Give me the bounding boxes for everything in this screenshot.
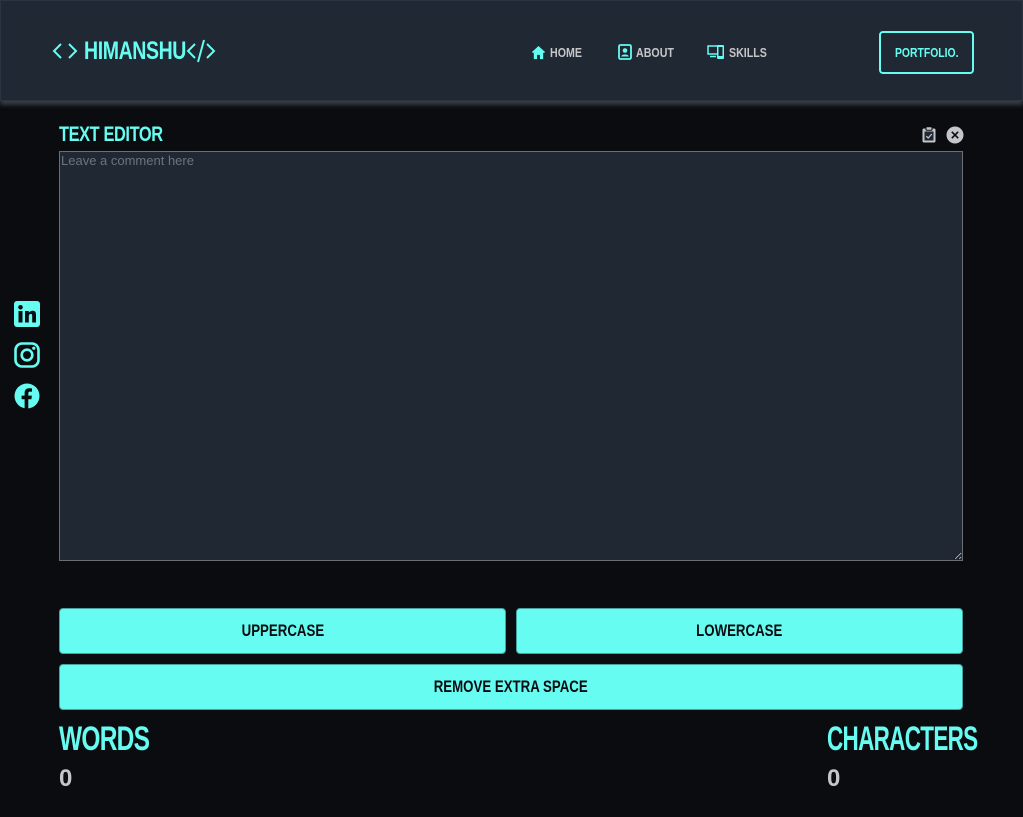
navbar: HIMANSHU HOME ABOUT SKILLS PORTFOLIO.	[0, 0, 1023, 101]
nav-about[interactable]: ABOUT	[618, 41, 682, 63]
portfolio-button[interactable]: PORTFOLIO.	[879, 31, 974, 74]
uppercase-button-label: UPPERCASE	[241, 621, 324, 640]
linkedin-icon[interactable]	[14, 301, 40, 327]
devices-icon	[707, 45, 724, 59]
clear-circle-icon[interactable]	[946, 126, 964, 144]
code-open-icon	[52, 43, 78, 59]
facebook-icon[interactable]	[14, 383, 40, 409]
characters-label: CHARACTERS	[827, 720, 978, 758]
lowercase-button[interactable]: LOWERCASE	[516, 608, 963, 654]
remove-extra-space-label: REMOVE EXTRA SPACE	[433, 677, 588, 696]
code-close-icon	[186, 39, 216, 63]
nav-skills-label: SKILLS	[729, 44, 767, 60]
brand-name: HIMANSHU	[84, 36, 186, 65]
clipboard-check-icon[interactable]	[921, 126, 937, 143]
home-icon	[531, 45, 546, 59]
editor-title: TEXT EDITOR	[59, 123, 163, 146]
nav-skills[interactable]: SKILLS	[707, 41, 775, 63]
text-editor-input[interactable]	[59, 151, 963, 561]
lowercase-button-label: LOWERCASE	[696, 621, 783, 640]
words-count: 0	[59, 765, 73, 792]
portfolio-button-label: PORTFOLIO.	[894, 45, 959, 60]
instagram-icon[interactable]	[14, 342, 40, 368]
nav-about-label: ABOUT	[636, 44, 674, 60]
nav-home-label: HOME	[550, 44, 582, 60]
words-label: WORDS	[59, 720, 150, 758]
brand-logo[interactable]: HIMANSHU	[52, 35, 216, 67]
uppercase-button[interactable]: UPPERCASE	[59, 608, 506, 654]
remove-extra-space-button[interactable]: REMOVE EXTRA SPACE	[59, 664, 963, 710]
nav-home[interactable]: HOME	[531, 41, 589, 63]
contact-card-icon	[618, 44, 632, 60]
characters-count: 0	[827, 765, 841, 792]
